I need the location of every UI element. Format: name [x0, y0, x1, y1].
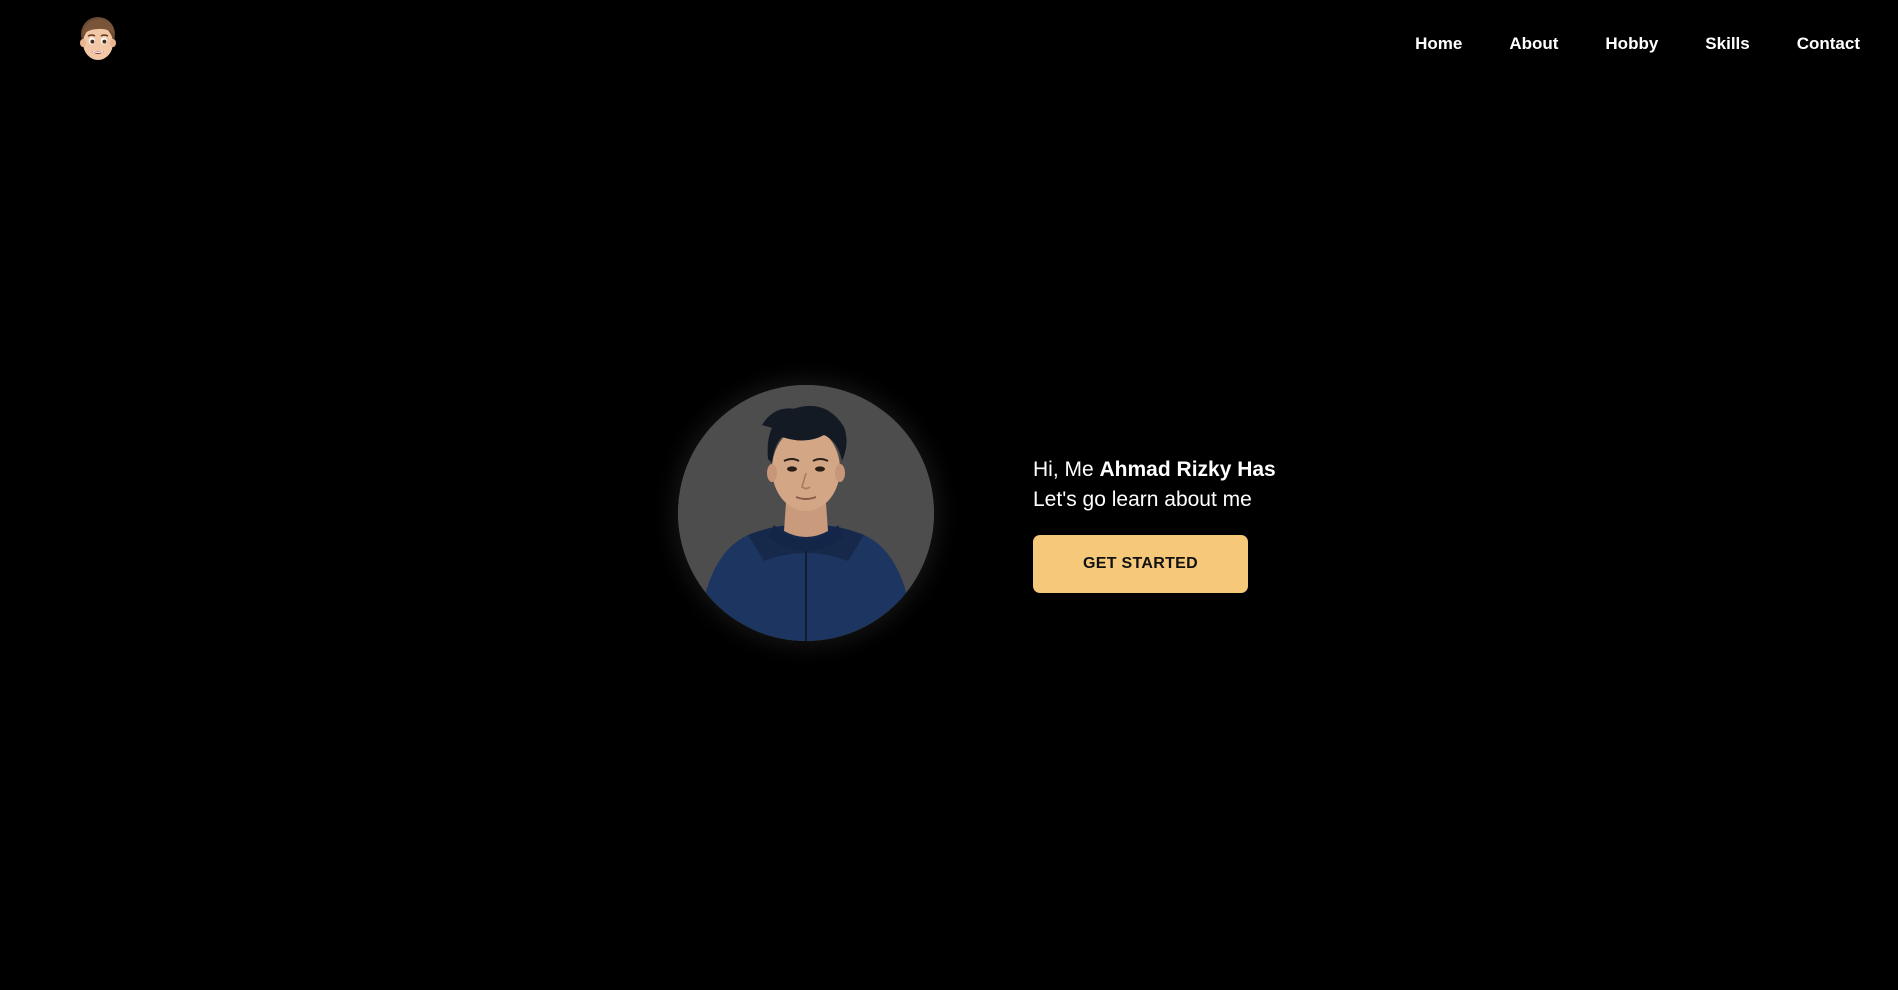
greeting-prefix: Hi, Me: [1033, 458, 1100, 481]
nav-link-skills[interactable]: Skills: [1705, 30, 1749, 58]
nav-link-home[interactable]: Home: [1415, 30, 1462, 58]
tagline: Let's go learn about me: [1033, 488, 1252, 511]
logo-avatar-icon[interactable]: [74, 12, 122, 68]
greeting: Hi, Me Ahmad Rizky Has: [1033, 456, 1276, 484]
nav-link-about[interactable]: About: [1509, 30, 1558, 58]
owner-name: Ahmad Rizky Has: [1099, 458, 1276, 481]
nav-link-contact[interactable]: Contact: [1797, 30, 1860, 58]
profile-photo: [678, 385, 934, 641]
site-header: Home About Hobby Skills Contact: [0, 0, 1898, 88]
hero-text: Hi, Me Ahmad Rizky Has Let's go learn ab…: [1033, 456, 1276, 593]
main-nav: Home About Hobby Skills Contact: [1415, 30, 1860, 58]
get-started-button[interactable]: GET STARTED: [1033, 535, 1248, 593]
nav-link-hobby[interactable]: Hobby: [1605, 30, 1658, 58]
page: Home About Hobby Skills Contact Hi, Me A…: [0, 0, 1898, 990]
